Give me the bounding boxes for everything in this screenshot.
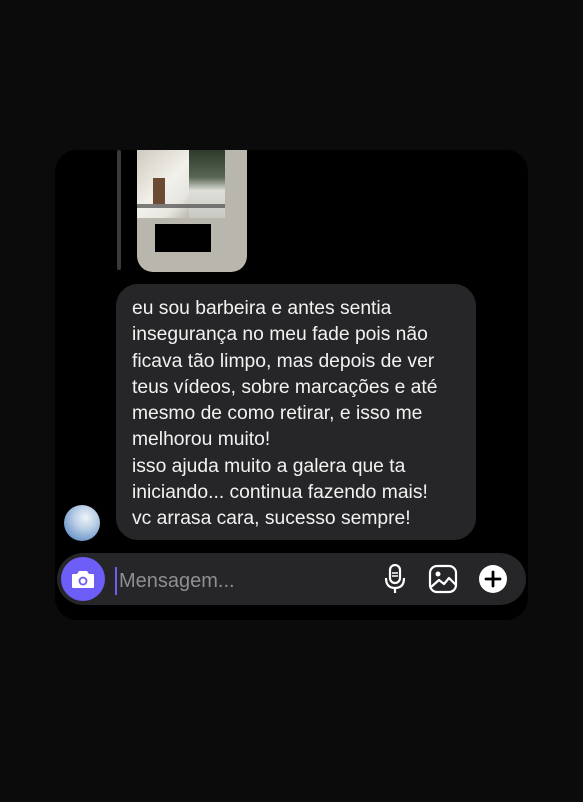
story-black-block <box>155 224 211 252</box>
plus-icon <box>479 565 507 593</box>
camera-button[interactable] <box>61 557 105 601</box>
message-input[interactable] <box>115 567 371 595</box>
message-bubble[interactable]: eu sou barbeira e antes sentia inseguran… <box>116 284 476 540</box>
story-photo <box>137 150 225 218</box>
message-line: eu sou barbeira e antes sentia <box>132 298 392 319</box>
message-line: mesmo de como retirar, e isso me <box>132 403 423 425</box>
message-line: ficava tão limpo, mas depois de ver <box>132 350 435 372</box>
barber-chair-shape <box>153 178 165 204</box>
gallery-button[interactable] <box>427 563 459 595</box>
microphone-icon <box>384 564 406 593</box>
message-composer <box>57 553 526 605</box>
microphone-button[interactable] <box>379 563 411 595</box>
gallery-icon <box>428 564 458 594</box>
story-caption-strip <box>137 204 225 208</box>
message-line: melhorou muito! <box>132 429 271 451</box>
chat-panel: eu sou barbeira e antes sentia inseguran… <box>55 150 528 620</box>
message-line: insegurança no meu fade pois não <box>132 324 428 346</box>
add-button[interactable] <box>477 563 509 595</box>
message-line: isso ajuda muito a galera que ta <box>132 455 406 477</box>
reply-indicator-line <box>117 150 121 270</box>
sender-avatar[interactable] <box>64 505 100 541</box>
camera-icon <box>72 571 94 588</box>
message-line: iniciando... continua fazendo mais! <box>132 482 428 504</box>
message-line: vc arrasa cara, sucesso sempre! <box>132 508 411 530</box>
story-reply-thumbnail[interactable] <box>137 150 247 272</box>
message-line: teus vídeos, sobre marcações e até <box>132 376 438 398</box>
